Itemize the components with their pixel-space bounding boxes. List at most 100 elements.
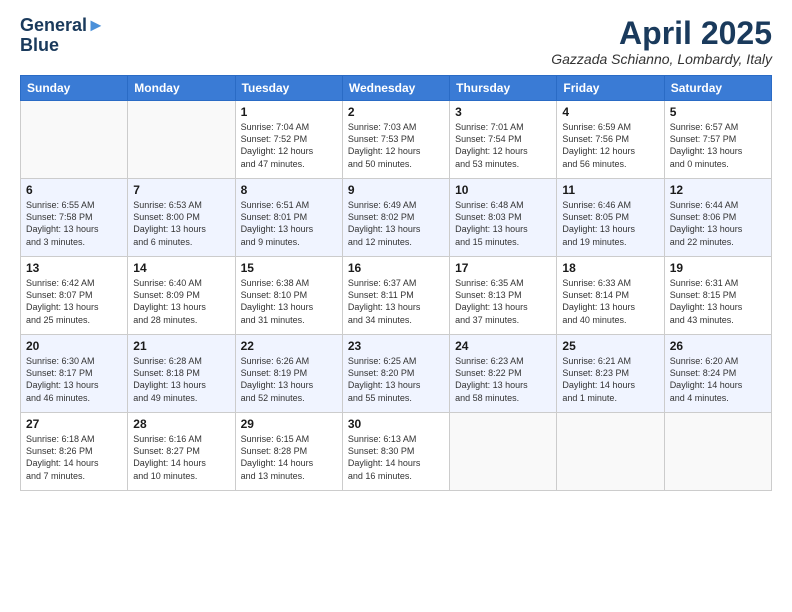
calendar-cell: 13 Sunrise: 6:42 AM Sunset: 8:07 PM Dayli… xyxy=(21,257,128,335)
day-info: Sunrise: 6:40 AM Sunset: 8:09 PM Dayligh… xyxy=(133,277,229,326)
day-header: Sunday xyxy=(21,76,128,101)
calendar-cell: 24 Sunrise: 6:23 AM Sunset: 8:22 PM Dayli… xyxy=(450,335,557,413)
day-info: Sunrise: 7:03 AM Sunset: 7:53 PM Dayligh… xyxy=(348,121,444,170)
day-number: 16 xyxy=(348,261,444,275)
day-info: Sunrise: 6:28 AM Sunset: 8:18 PM Dayligh… xyxy=(133,355,229,404)
logo: General►Blue xyxy=(20,16,105,56)
calendar: SundayMondayTuesdayWednesdayThursdayFrid… xyxy=(20,75,772,491)
calendar-cell: 18 Sunrise: 6:33 AM Sunset: 8:14 PM Dayli… xyxy=(557,257,664,335)
calendar-cell: 26Sunrise: 6:20 AM Sunset: 8:24 PM Dayli… xyxy=(664,335,771,413)
day-info: Sunrise: 6:18 AM Sunset: 8:26 PM Dayligh… xyxy=(26,433,122,482)
calendar-cell: 10 Sunrise: 6:48 AM Sunset: 8:03 PM Dayli… xyxy=(450,179,557,257)
title-section: April 2025 Gazzada Schianno, Lombardy, I… xyxy=(551,16,772,67)
day-number: 28 xyxy=(133,417,229,431)
day-info: Sunrise: 6:26 AM Sunset: 8:19 PM Dayligh… xyxy=(241,355,337,404)
logo-text: General►Blue xyxy=(20,16,105,56)
day-info: Sunrise: 6:46 AM Sunset: 8:05 PM Dayligh… xyxy=(562,199,658,248)
day-number: 30 xyxy=(348,417,444,431)
calendar-cell xyxy=(557,413,664,491)
day-info: Sunrise: 6:13 AM Sunset: 8:30 PM Dayligh… xyxy=(348,433,444,482)
day-info: Sunrise: 6:55 AM Sunset: 7:58 PM Dayligh… xyxy=(26,199,122,248)
day-info: Sunrise: 7:01 AM Sunset: 7:54 PM Dayligh… xyxy=(455,121,551,170)
day-number: 15 xyxy=(241,261,337,275)
month-title: April 2025 xyxy=(551,16,772,51)
day-number: 24 xyxy=(455,339,551,353)
day-number: 25 xyxy=(562,339,658,353)
day-header: Monday xyxy=(128,76,235,101)
calendar-cell: 20 Sunrise: 6:30 AM Sunset: 8:17 PM Dayli… xyxy=(21,335,128,413)
calendar-cell xyxy=(664,413,771,491)
calendar-cell: 11 Sunrise: 6:46 AM Sunset: 8:05 PM Dayli… xyxy=(557,179,664,257)
day-header: Thursday xyxy=(450,76,557,101)
day-number: 19 xyxy=(670,261,766,275)
day-number: 29 xyxy=(241,417,337,431)
day-info: Sunrise: 6:44 AM Sunset: 8:06 PM Dayligh… xyxy=(670,199,766,248)
day-header: Tuesday xyxy=(235,76,342,101)
day-number: 7 xyxy=(133,183,229,197)
calendar-cell: 14 Sunrise: 6:40 AM Sunset: 8:09 PM Dayli… xyxy=(128,257,235,335)
day-number: 8 xyxy=(241,183,337,197)
calendar-cell: 6 Sunrise: 6:55 AM Sunset: 7:58 PM Daylig… xyxy=(21,179,128,257)
location-title: Gazzada Schianno, Lombardy, Italy xyxy=(551,51,772,67)
calendar-cell: 30 Sunrise: 6:13 AM Sunset: 8:30 PM Dayli… xyxy=(342,413,449,491)
calendar-cell: 22 Sunrise: 6:26 AM Sunset: 8:19 PM Dayli… xyxy=(235,335,342,413)
day-number: 3 xyxy=(455,105,551,119)
calendar-cell: 16 Sunrise: 6:37 AM Sunset: 8:11 PM Dayli… xyxy=(342,257,449,335)
day-info: Sunrise: 6:31 AM Sunset: 8:15 PM Dayligh… xyxy=(670,277,766,326)
day-header: Wednesday xyxy=(342,76,449,101)
day-info: Sunrise: 6:59 AM Sunset: 7:56 PM Dayligh… xyxy=(562,121,658,170)
calendar-cell: 5 Sunrise: 6:57 AM Sunset: 7:57 PM Daylig… xyxy=(664,101,771,179)
day-number: 18 xyxy=(562,261,658,275)
day-info: Sunrise: 6:15 AM Sunset: 8:28 PM Dayligh… xyxy=(241,433,337,482)
calendar-cell: 23Sunrise: 6:25 AM Sunset: 8:20 PM Dayli… xyxy=(342,335,449,413)
calendar-cell: 17Sunrise: 6:35 AM Sunset: 8:13 PM Dayli… xyxy=(450,257,557,335)
calendar-cell: 19 Sunrise: 6:31 AM Sunset: 8:15 PM Dayli… xyxy=(664,257,771,335)
day-info: Sunrise: 6:37 AM Sunset: 8:11 PM Dayligh… xyxy=(348,277,444,326)
header: General►Blue April 2025 Gazzada Schianno… xyxy=(20,16,772,67)
calendar-cell: 9 Sunrise: 6:49 AM Sunset: 8:02 PM Daylig… xyxy=(342,179,449,257)
day-info: Sunrise: 6:53 AM Sunset: 8:00 PM Dayligh… xyxy=(133,199,229,248)
calendar-cell: 29 Sunrise: 6:15 AM Sunset: 8:28 PM Dayli… xyxy=(235,413,342,491)
day-info: Sunrise: 6:57 AM Sunset: 7:57 PM Dayligh… xyxy=(670,121,766,170)
day-number: 27 xyxy=(26,417,122,431)
day-info: Sunrise: 6:33 AM Sunset: 8:14 PM Dayligh… xyxy=(562,277,658,326)
day-number: 6 xyxy=(26,183,122,197)
day-number: 9 xyxy=(348,183,444,197)
day-number: 4 xyxy=(562,105,658,119)
day-info: Sunrise: 6:30 AM Sunset: 8:17 PM Dayligh… xyxy=(26,355,122,404)
day-info: Sunrise: 6:48 AM Sunset: 8:03 PM Dayligh… xyxy=(455,199,551,248)
day-number: 5 xyxy=(670,105,766,119)
calendar-cell: 3 Sunrise: 7:01 AM Sunset: 7:54 PM Daylig… xyxy=(450,101,557,179)
day-number: 12 xyxy=(670,183,766,197)
calendar-cell: 2Sunrise: 7:03 AM Sunset: 7:53 PM Daylig… xyxy=(342,101,449,179)
day-info: Sunrise: 6:42 AM Sunset: 8:07 PM Dayligh… xyxy=(26,277,122,326)
day-info: Sunrise: 6:51 AM Sunset: 8:01 PM Dayligh… xyxy=(241,199,337,248)
day-header: Friday xyxy=(557,76,664,101)
day-info: Sunrise: 6:21 AM Sunset: 8:23 PM Dayligh… xyxy=(562,355,658,404)
day-info: Sunrise: 6:23 AM Sunset: 8:22 PM Dayligh… xyxy=(455,355,551,404)
calendar-cell: 12 Sunrise: 6:44 AM Sunset: 8:06 PM Dayli… xyxy=(664,179,771,257)
day-number: 1 xyxy=(241,105,337,119)
day-info: Sunrise: 6:38 AM Sunset: 8:10 PM Dayligh… xyxy=(241,277,337,326)
day-info: Sunrise: 7:04 AM Sunset: 7:52 PM Dayligh… xyxy=(241,121,337,170)
day-number: 20 xyxy=(26,339,122,353)
day-number: 26 xyxy=(670,339,766,353)
calendar-cell xyxy=(21,101,128,179)
calendar-cell: 7 Sunrise: 6:53 AM Sunset: 8:00 PM Daylig… xyxy=(128,179,235,257)
day-number: 22 xyxy=(241,339,337,353)
day-header: Saturday xyxy=(664,76,771,101)
day-number: 14 xyxy=(133,261,229,275)
day-number: 13 xyxy=(26,261,122,275)
day-number: 11 xyxy=(562,183,658,197)
day-info: Sunrise: 6:49 AM Sunset: 8:02 PM Dayligh… xyxy=(348,199,444,248)
calendar-cell: 15 Sunrise: 6:38 AM Sunset: 8:10 PM Dayli… xyxy=(235,257,342,335)
calendar-cell: 4 Sunrise: 6:59 AM Sunset: 7:56 PM Daylig… xyxy=(557,101,664,179)
day-number: 23 xyxy=(348,339,444,353)
calendar-cell: 28Sunrise: 6:16 AM Sunset: 8:27 PM Dayli… xyxy=(128,413,235,491)
day-number: 10 xyxy=(455,183,551,197)
day-number: 21 xyxy=(133,339,229,353)
page: General►Blue April 2025 Gazzada Schianno… xyxy=(0,0,792,612)
calendar-cell: 1 Sunrise: 7:04 AM Sunset: 7:52 PM Daylig… xyxy=(235,101,342,179)
calendar-cell: 25 Sunrise: 6:21 AM Sunset: 8:23 PM Dayli… xyxy=(557,335,664,413)
calendar-cell xyxy=(450,413,557,491)
